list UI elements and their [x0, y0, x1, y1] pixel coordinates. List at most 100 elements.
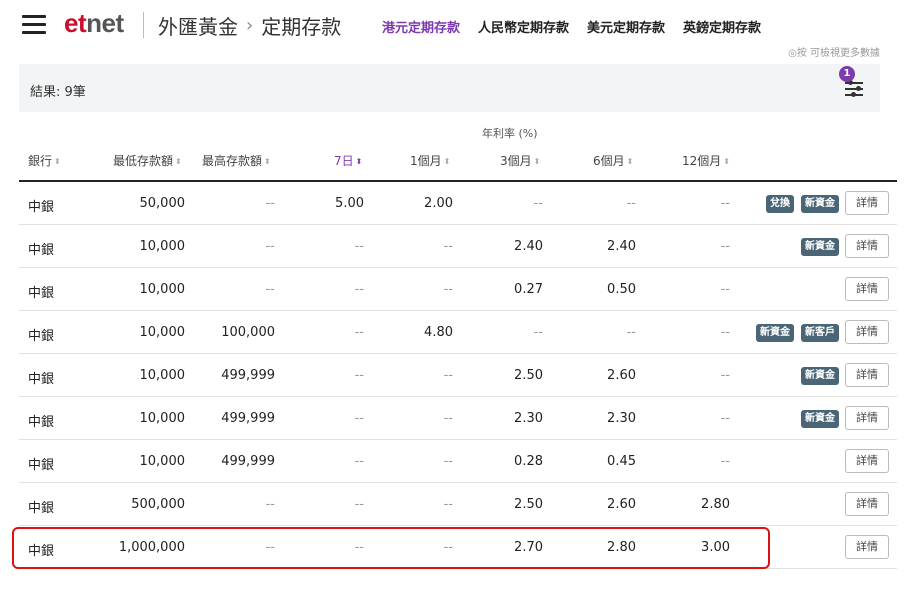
cell-m3: 2.30: [514, 411, 543, 426]
cell-m12: --: [720, 239, 730, 254]
cell-max: 499,999: [221, 368, 275, 383]
sort-icon: ⬍: [355, 157, 363, 166]
cell-min: 10,000: [139, 368, 186, 383]
cell-m6: 2.40: [607, 239, 636, 254]
cell-d7: --: [354, 282, 364, 297]
table-row: 中銀 10,000 -- -- -- 0.27 0.50 -- 詳情: [19, 268, 897, 311]
cell-m12: --: [720, 325, 730, 340]
column-header-m12[interactable]: 12個月 ⬍: [682, 152, 730, 169]
column-header-label: 3個月: [500, 154, 532, 168]
cell-m1: --: [443, 282, 453, 297]
currency-tabs: 港元定期存款 人民幣定期存款 美元定期存款 英鎊定期存款: [382, 17, 761, 36]
detail-button[interactable]: 詳情: [845, 320, 889, 344]
cell-max: 499,999: [221, 411, 275, 426]
tab-3[interactable]: 英鎊定期存款: [683, 17, 761, 36]
tag-badge[interactable]: 新資金: [801, 367, 839, 385]
table-row: 中銀 10,000 100,000 -- 4.80 -- -- -- 新客戶 新資金 詳情: [19, 311, 897, 354]
column-header-min[interactable]: 最低存款額 ⬍: [113, 152, 182, 169]
tab-1[interactable]: 人民幣定期存款: [478, 17, 569, 36]
cell-max: --: [265, 497, 275, 512]
column-header-max[interactable]: 最高存款額 ⬍: [202, 152, 271, 169]
cell-m3: 0.28: [514, 454, 543, 469]
sort-icon: ⬍: [54, 157, 61, 166]
cell-d7: --: [354, 239, 364, 254]
cell-bank: 中銀: [28, 286, 55, 301]
cell-m6: 0.50: [607, 282, 636, 297]
detail-button[interactable]: 詳情: [845, 234, 889, 258]
cell-min: 50,000: [139, 196, 186, 211]
cell-m3: 2.50: [514, 368, 543, 383]
cell-m6: 2.80: [607, 540, 636, 555]
chevron-right-icon: ›: [246, 15, 254, 36]
detail-button[interactable]: 詳情: [845, 535, 889, 559]
column-header-label: 6個月: [593, 154, 625, 168]
filter-count-badge: 1: [839, 66, 855, 82]
column-header-label: 7日: [334, 154, 354, 168]
detail-button[interactable]: 詳情: [845, 277, 889, 301]
cell-m12: --: [720, 454, 730, 469]
tag-badge[interactable]: 兌換: [766, 195, 794, 213]
column-header-label: 12個月: [682, 154, 722, 168]
cell-bank: 中銀: [28, 501, 55, 516]
cell-min: 10,000: [139, 325, 186, 340]
logo-net: net: [86, 8, 124, 38]
detail-button[interactable]: 詳情: [845, 406, 889, 430]
tag-badge[interactable]: 新資金: [756, 324, 794, 342]
cell-bank: 中銀: [28, 415, 55, 430]
column-header-m1[interactable]: 1個月 ⬍: [410, 152, 450, 169]
cell-max: --: [265, 239, 275, 254]
cell-bank: 中銀: [28, 458, 55, 473]
sort-icon: ⬍: [443, 157, 451, 166]
detail-button[interactable]: 詳情: [845, 363, 889, 387]
cell-d7: 5.00: [335, 196, 364, 211]
tab-2[interactable]: 美元定期存款: [587, 17, 665, 36]
cell-bank: 中銀: [28, 544, 55, 559]
cell-m3: 2.50: [514, 497, 543, 512]
result-count: 結果: 9筆: [30, 85, 86, 100]
cell-max: 100,000: [221, 325, 275, 340]
logo-et: et: [64, 8, 87, 38]
detail-button[interactable]: 詳情: [845, 191, 889, 215]
table-row: 中銀 10,000 499,999 -- -- 2.50 2.60 -- 新資金 詳情: [19, 354, 897, 397]
cell-m12: 2.80: [701, 497, 730, 512]
column-header-bank[interactable]: 銀行 ⬍: [28, 152, 61, 169]
cell-m1: --: [443, 239, 453, 254]
detail-button[interactable]: 詳情: [845, 449, 889, 473]
detail-button[interactable]: 詳情: [845, 492, 889, 516]
cell-min: 10,000: [139, 411, 186, 426]
cell-max: --: [265, 540, 275, 555]
table-row: 中銀 50,000 -- 5.00 2.00 -- -- -- 新資金 兌換 詳情: [19, 182, 897, 225]
tag-badge[interactable]: 新資金: [801, 410, 839, 428]
column-header-label: 最高存款額: [202, 154, 263, 168]
cell-m12: --: [720, 368, 730, 383]
etnet-logo[interactable]: etnet: [64, 8, 124, 39]
cell-bank: 中銀: [28, 200, 55, 215]
cell-min: 10,000: [139, 282, 186, 297]
cell-m12: --: [720, 282, 730, 297]
cell-m6: 2.30: [607, 411, 636, 426]
cell-m3: 0.27: [514, 282, 543, 297]
table-row: 中銀 500,000 -- -- -- 2.50 2.60 2.80 詳情: [19, 483, 897, 526]
column-header-m6[interactable]: 6個月 ⬍: [593, 152, 633, 169]
cell-m3: 2.70: [514, 540, 543, 555]
cell-d7: --: [354, 368, 364, 383]
breadcrumb: 外匯黃金 › 定期存款: [158, 11, 341, 40]
scroll-hint: ◎按 可檢視更多數據: [788, 48, 880, 59]
cell-m6: 2.60: [607, 368, 636, 383]
table-row: 中銀 10,000 -- -- -- 2.40 2.40 -- 新資金 詳情: [19, 225, 897, 268]
cell-min: 10,000: [139, 454, 186, 469]
tab-0[interactable]: 港元定期存款: [382, 17, 460, 36]
cell-m1: --: [443, 411, 453, 426]
cell-max: 499,999: [221, 454, 275, 469]
tag-badge[interactable]: 新資金: [801, 195, 839, 213]
tag-badge[interactable]: 新資金: [801, 238, 839, 256]
column-header-m3[interactable]: 3個月 ⬍: [500, 152, 540, 169]
column-header-d7[interactable]: 7日 ⬍: [334, 152, 362, 169]
tag-badge[interactable]: 新客戶: [801, 324, 839, 342]
cell-m1: --: [443, 540, 453, 555]
top-header: etnet 外匯黃金 › 定期存款 港元定期存款 人民幣定期存款 美元定期存款 英鎊定…: [0, 0, 912, 52]
hamburger-menu-icon[interactable]: [22, 15, 46, 35]
cell-d7: --: [354, 497, 364, 512]
sort-icon: ⬍: [723, 157, 730, 166]
breadcrumb-forex-gold[interactable]: 外匯黃金: [158, 11, 238, 40]
